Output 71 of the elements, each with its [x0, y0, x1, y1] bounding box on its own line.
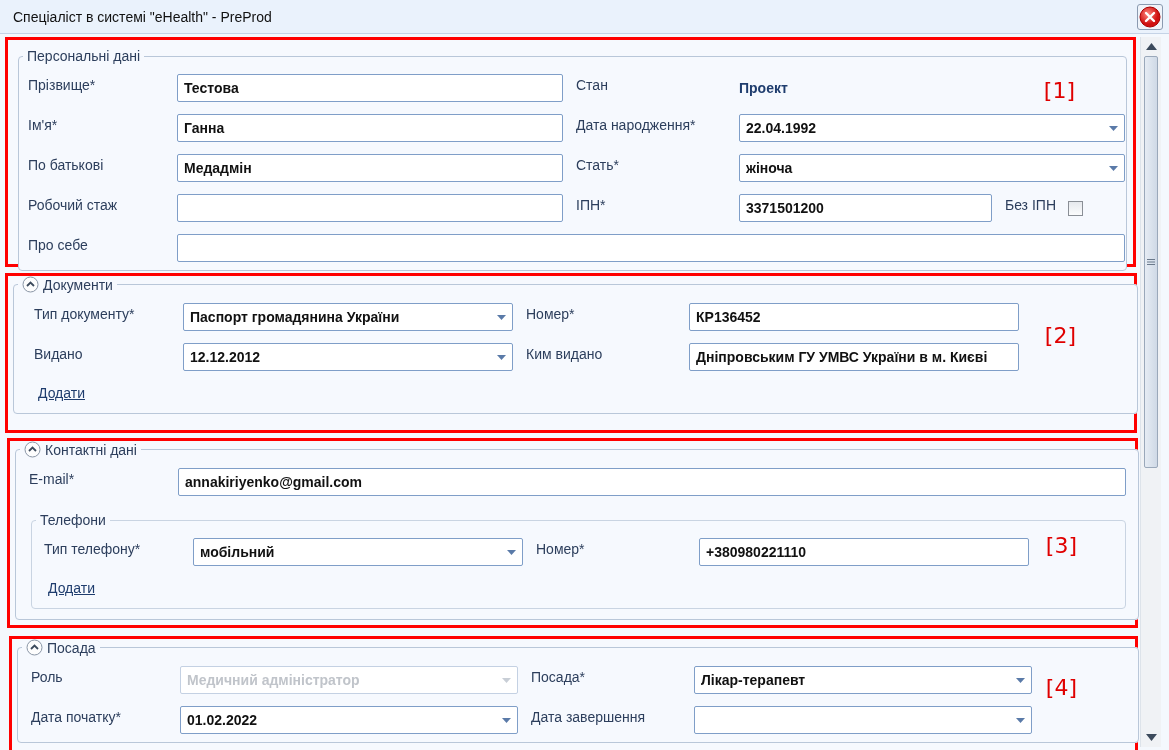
field-label: Дата народження*	[576, 117, 697, 133]
annotation-label: [1]	[1043, 78, 1075, 103]
caret-icon	[1109, 125, 1118, 131]
dropdown-field[interactable]: Лікар-терапевт	[694, 666, 1032, 694]
collapse-icon[interactable]	[22, 276, 39, 293]
field-label: Дата початку*	[31, 709, 122, 725]
field-label: Посада*	[531, 669, 587, 685]
text-field[interactable]: Ганна	[177, 114, 563, 142]
field-label: Роль	[31, 669, 64, 685]
close-button[interactable]	[1137, 3, 1163, 30]
caret-icon	[1109, 165, 1118, 171]
field-label: Ім'я*	[28, 117, 59, 133]
caret-icon	[497, 354, 506, 360]
scroll-down-icon[interactable]	[1145, 734, 1157, 741]
text-field[interactable]: КР136452	[689, 303, 1019, 331]
field-label: Про себе	[28, 237, 89, 253]
dropdown-field[interactable]: 22.04.1992	[739, 114, 1125, 142]
text-field[interactable]	[177, 194, 563, 222]
caret-icon	[502, 717, 511, 723]
annotation-label: [2]	[1044, 323, 1076, 348]
dropdown-field[interactable]	[694, 706, 1032, 734]
field-label: E-mail*	[29, 471, 76, 487]
text-field[interactable]: Тестова	[177, 74, 563, 102]
section-title: Посада	[47, 639, 96, 656]
section-title: Контактні дані	[45, 441, 137, 458]
add-link[interactable]: Додати	[48, 580, 95, 596]
text-field[interactable]: +380980221110	[699, 538, 1029, 566]
dropdown-field[interactable]: жіноча	[739, 154, 1125, 182]
close-icon	[1139, 5, 1161, 28]
field-label: Тип документу*	[34, 306, 136, 322]
dropdown-field[interactable]: 12.12.2012	[183, 343, 513, 371]
field-label: ІПН*	[576, 197, 607, 213]
add-link[interactable]: Додати	[38, 385, 85, 401]
collapse-icon[interactable]	[24, 441, 41, 458]
scroll-up-icon[interactable]	[1145, 43, 1157, 50]
section-title: Документи	[43, 276, 113, 293]
scroll-thumb[interactable]	[1144, 56, 1158, 468]
caret-icon	[502, 677, 511, 683]
field-label: Ким видано	[526, 346, 604, 362]
field-label: Тип телефону*	[44, 541, 142, 557]
caret-icon	[1016, 717, 1025, 723]
window-title: Спеціаліст в системі "eHealth" - PreProd	[13, 8, 272, 25]
field-label: Прізвище*	[28, 77, 97, 93]
field-label: Робочий стаж	[28, 197, 119, 213]
field-label: Стать*	[576, 157, 620, 173]
caret-icon	[1016, 677, 1025, 683]
dropdown-field[interactable]: мобільний	[193, 538, 523, 566]
text-field[interactable]: Медадмін	[177, 154, 563, 182]
group-title: Телефони	[40, 512, 106, 528]
dropdown-field[interactable]: 01.02.2022	[180, 706, 518, 734]
checkbox[interactable]	[1068, 200, 1083, 216]
text-field[interactable]: annakiriyenko@gmail.com	[178, 468, 1126, 496]
dropdown-field[interactable]: Паспорт громадянина України	[183, 303, 513, 331]
field-label: По батькові	[28, 157, 105, 173]
field-label: Номер*	[526, 306, 576, 322]
text-field[interactable]: 3371501200	[739, 194, 992, 222]
field-label: Видано	[34, 346, 84, 362]
text-field[interactable]	[177, 234, 1125, 262]
field-label: Стан	[576, 77, 609, 93]
caret-icon	[497, 314, 506, 320]
section-title: Персональні дані	[27, 48, 141, 64]
annotation-label: [4]	[1045, 675, 1077, 700]
field-label: Номер*	[536, 541, 586, 557]
text-field[interactable]: Дніпровським ГУ УМВС України в м. Києві	[689, 343, 1019, 371]
checkbox-label: Без ІПН	[1004, 197, 1056, 213]
collapse-icon[interactable]	[26, 639, 43, 656]
grip-icon	[1147, 259, 1155, 265]
annotation-label: [3]	[1045, 533, 1077, 558]
status-value: Проект	[739, 80, 788, 96]
field-label: Дата завершення	[531, 709, 646, 725]
caret-icon	[507, 549, 516, 555]
